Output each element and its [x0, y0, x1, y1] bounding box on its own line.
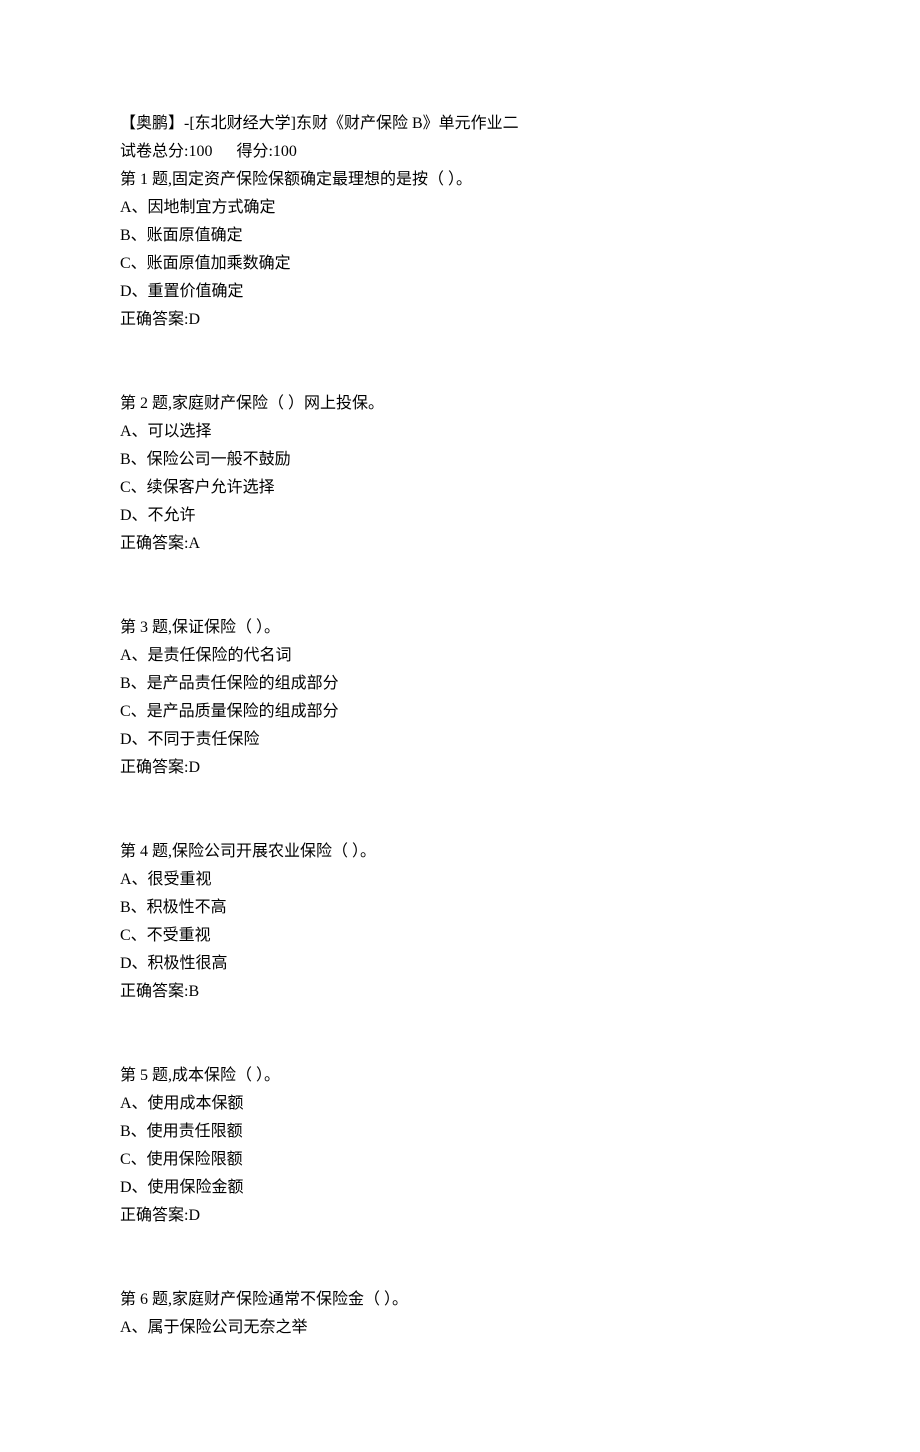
question-option: A、可以选择: [120, 418, 800, 446]
question-answer: 正确答案:D: [120, 306, 800, 334]
question-option: D、使用保险金额: [120, 1174, 800, 1202]
question-option: A、是责任保险的代名词: [120, 642, 800, 670]
question-prompt: 第 6 题,家庭财产保险通常不保险金（ ）。: [120, 1286, 800, 1314]
question-option: D、不同于责任保险: [120, 726, 800, 754]
question-prompt: 第 3 题,保证保险（ ）。: [120, 614, 800, 642]
question-option: C、不受重视: [120, 922, 800, 950]
question-option: B、是产品责任保险的组成部分: [120, 670, 800, 698]
questions-container: 第 1 题,固定资产保险保额确定最理想的是按（ ）。A、因地制宜方式确定B、账面…: [120, 166, 800, 1342]
question-answer: 正确答案:B: [120, 978, 800, 1006]
score-line: 试卷总分:100 得分:100: [120, 138, 800, 166]
question-option: B、积极性不高: [120, 894, 800, 922]
question-option: D、积极性很高: [120, 950, 800, 978]
question-option: A、很受重视: [120, 866, 800, 894]
question-answer: 正确答案:A: [120, 530, 800, 558]
document-title: 【奥鹏】-[东北财经大学]东财《财产保险 B》单元作业二: [120, 110, 800, 138]
question-answer: 正确答案:D: [120, 1202, 800, 1230]
question-answer: 正确答案:D: [120, 754, 800, 782]
question-prompt: 第 4 题,保险公司开展农业保险（ ）。: [120, 838, 800, 866]
question-option: B、账面原值确定: [120, 222, 800, 250]
question-option: B、使用责任限额: [120, 1118, 800, 1146]
question-prompt: 第 5 题,成本保险（ ）。: [120, 1062, 800, 1090]
question-option: C、续保客户允许选择: [120, 474, 800, 502]
question-option: D、不允许: [120, 502, 800, 530]
question-option: A、属于保险公司无奈之举: [120, 1314, 800, 1342]
question-option: D、重置价值确定: [120, 278, 800, 306]
question-option: A、使用成本保额: [120, 1090, 800, 1118]
question-prompt: 第 2 题,家庭财产保险（ ）网上投保。: [120, 390, 800, 418]
question-prompt: 第 1 题,固定资产保险保额确定最理想的是按（ ）。: [120, 166, 800, 194]
question-option: B、保险公司一般不鼓励: [120, 446, 800, 474]
question-option: A、因地制宜方式确定: [120, 194, 800, 222]
document-body: 【奥鹏】-[东北财经大学]东财《财产保险 B》单元作业二 试卷总分:100 得分…: [120, 110, 800, 1342]
question-option: C、是产品质量保险的组成部分: [120, 698, 800, 726]
question-option: C、使用保险限额: [120, 1146, 800, 1174]
question-option: C、账面原值加乘数确定: [120, 250, 800, 278]
